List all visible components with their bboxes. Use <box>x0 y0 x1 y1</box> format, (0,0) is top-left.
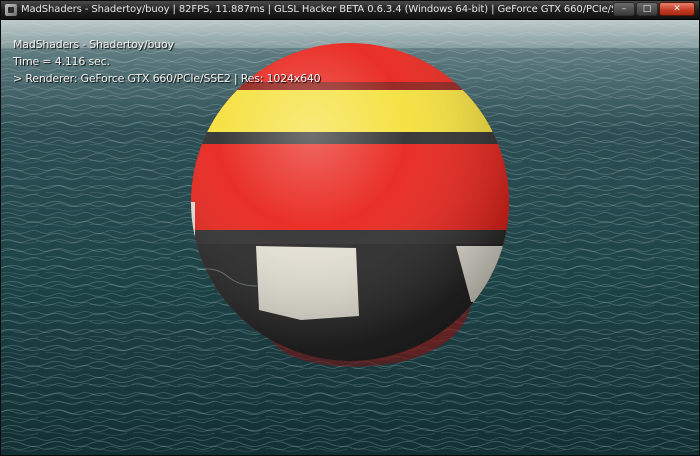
app-window: MadShaders - Shadertoy/buoy | 82FPS, 11.… <box>0 0 700 456</box>
hud-overlay: MadShaders - Shadertoy/buoy Time = 4.116… <box>13 36 321 87</box>
window-controls: – □ ✕ <box>612 2 695 16</box>
window-title: MadShaders - Shadertoy/buoy | 82FPS, 11.… <box>21 4 636 15</box>
render-viewport[interactable]: MadShaders - Shadertoy/buoy Time = 4.116… <box>1 20 699 455</box>
minimize-button[interactable]: – <box>613 2 635 16</box>
title-bar[interactable]: MadShaders - Shadertoy/buoy | 82FPS, 11.… <box>1 1 699 20</box>
app-icon <box>5 4 17 16</box>
hud-title: MadShaders - Shadertoy/buoy <box>13 38 174 51</box>
maximize-button[interactable]: □ <box>636 2 658 16</box>
hud-renderer: > Renderer: GeForce GTX 660/PCIe/SSE2 | … <box>13 72 321 85</box>
close-button[interactable]: ✕ <box>659 2 695 16</box>
hud-time: Time = 4.116 sec. <box>13 55 110 68</box>
